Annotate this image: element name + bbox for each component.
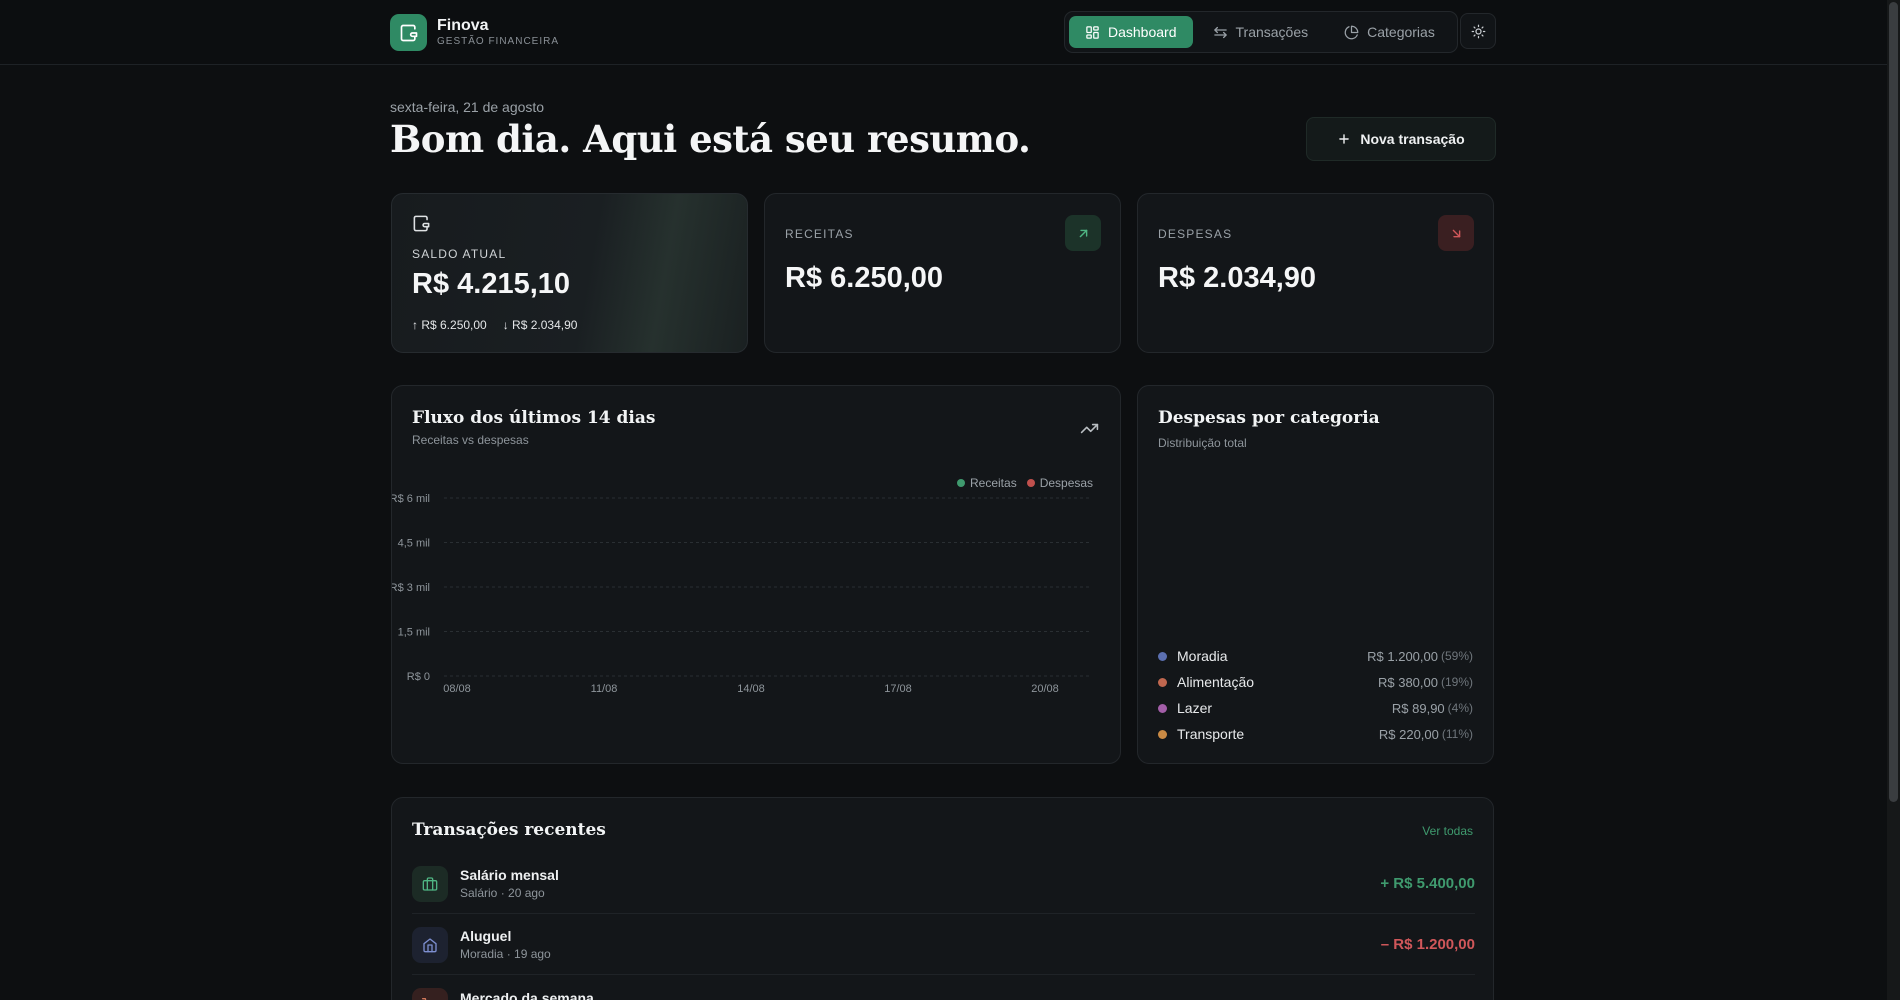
see-all-link[interactable]: Ver todas	[1422, 824, 1473, 838]
brand[interactable]: Finova GESTÃO FINANCEIRA	[390, 14, 559, 51]
category-value: R$ 220,00	[1378, 726, 1439, 742]
transactions-title: Transações recentes	[412, 820, 606, 840]
chart-x-tick-label: 20/08	[1031, 683, 1059, 695]
category-item-moradia[interactable]: Moradia R$ 1.200,00 (59%)	[1158, 646, 1473, 666]
chart-y-tick-label: 4,5 mil	[398, 538, 430, 550]
balance-value: R$ 4.215,10	[412, 268, 571, 300]
nav-categorias[interactable]: Categorias	[1328, 16, 1451, 48]
categories-title: Despesas por categoria	[1158, 408, 1380, 428]
category-value: R$ 89,90	[1391, 700, 1445, 716]
nav-dashboard-label: Dashboard	[1108, 24, 1177, 40]
expense-label: DESPESAS	[1158, 227, 1233, 241]
category-value: R$ 1.200,00	[1367, 648, 1438, 664]
transaction-row[interactable]: Aluguel Moradia · 19 ago – R$ 1.200,00	[412, 915, 1475, 975]
current-date: sexta-feira, 21 de agosto	[390, 99, 545, 115]
category-percent: (4%)	[1447, 701, 1473, 715]
brand-name: Finova	[437, 16, 489, 34]
theme-toggle-button[interactable]	[1460, 13, 1496, 49]
page-title: Bom dia. Aqui está seu resumo.	[390, 117, 1031, 161]
arrow-up-right-icon	[1065, 215, 1101, 251]
flow-chart: R$ 0 1,5 mil R$ 3 mil 4,5 mil R$ 6 mil 08/08 1…	[392, 493, 1092, 695]
category-percent: (11%)	[1441, 727, 1473, 741]
brand-subtitle: GESTÃO FINANCEIRA	[437, 35, 560, 47]
arrows-swap-icon	[1213, 26, 1227, 38]
category-item-lazer[interactable]: Lazer R$ 89,90 (4%)	[1158, 698, 1473, 718]
category-percent: (59%)	[1440, 649, 1473, 663]
categories-subtitle: Distribuição total	[1158, 436, 1247, 450]
chart-x-tick-label: 14/08	[737, 683, 765, 695]
balance-breakdown: ↑ R$ 6.250,00 ↓ R$ 2.034,90	[412, 318, 577, 332]
transaction-row[interactable]: Mercado da semana	[412, 976, 1475, 1000]
scrollbar[interactable]	[1887, 0, 1900, 1000]
transaction-row[interactable]: Salário mensal Salário · 20 ago + R$ 5.4…	[412, 854, 1475, 914]
transaction-name: Salário mensal	[460, 867, 559, 883]
transaction-name: Aluguel	[460, 928, 512, 944]
transaction-meta: Moradia · 19 ago	[460, 947, 551, 961]
balance-income: ↑ R$ 6.250,00	[412, 318, 487, 332]
chart-y-tick-label: 1,5 mil	[398, 627, 430, 639]
nav-transacoes[interactable]: Transações	[1197, 16, 1325, 48]
category-name: Lazer	[1177, 700, 1213, 716]
chart-x-tick-label: 08/08	[443, 683, 471, 695]
transaction-amount: + R$ 5.400,00	[1380, 875, 1475, 892]
plus-icon	[1339, 134, 1350, 144]
category-swatch	[1158, 703, 1167, 713]
balance-label: SALDO ATUAL	[412, 247, 507, 261]
pie-chart-icon	[1344, 25, 1359, 39]
transaction-amount: – R$ 1.200,00	[1380, 936, 1475, 953]
transaction-meta: Salário · 20 ago	[460, 886, 545, 900]
category-name: Moradia	[1177, 648, 1228, 664]
new-transaction-button[interactable]: Nova transação	[1306, 117, 1496, 161]
chart-y-tick-label: R$ 3 mil	[392, 582, 430, 594]
categories-panel: Despesas por categoria Distribuição tota…	[1137, 385, 1494, 764]
top-navigation-bar: Finova GESTÃO FINANCEIRA Dashboard Trans…	[0, 0, 1887, 65]
scrollbar-thumb[interactable]	[1889, 2, 1898, 802]
category-swatch	[1158, 651, 1167, 661]
recent-transactions-panel: Transações recentes Ver todas Salário me…	[391, 797, 1494, 1000]
category-item-transporte[interactable]: Transporte R$ 220,00 (11%)	[1158, 724, 1473, 744]
new-transaction-label: Nova transação	[1360, 131, 1465, 147]
flow-title: Fluxo dos últimos 14 dias	[412, 408, 656, 428]
income-value: R$ 6.250,00	[785, 262, 944, 294]
grid-icon	[1086, 25, 1099, 39]
expense-card: DESPESAS R$ 2.034,90	[1137, 193, 1494, 353]
chart-y-tick-label: R$ 0	[407, 671, 430, 683]
chart-y-tick-label: R$ 6 mil	[392, 493, 430, 505]
home-icon	[412, 926, 448, 963]
main-nav: Dashboard Transações Categorias	[1064, 11, 1458, 53]
nav-dashboard[interactable]: Dashboard	[1069, 16, 1193, 48]
category-swatch	[1158, 729, 1167, 739]
balance-expense: ↓ R$ 2.034,90	[502, 318, 578, 332]
flow-subtitle: Receitas vs despesas	[412, 433, 529, 447]
flow-panel: Fluxo dos últimos 14 dias Receitas vs de…	[391, 385, 1121, 764]
trending-up-icon	[1080, 419, 1099, 443]
wallet-icon	[390, 14, 427, 51]
expense-value: R$ 2.034,90	[1158, 262, 1317, 294]
nav-transacoes-label: Transações	[1235, 24, 1309, 40]
category-percent: (19%)	[1440, 675, 1473, 689]
balance-card: SALDO ATUAL R$ 4.215,10 ↑ R$ 6.250,00 ↓ …	[391, 193, 748, 353]
chart-x-tick-label: 11/08	[591, 683, 618, 695]
transaction-name: Mercado da semana	[460, 990, 594, 1000]
nav-categorias-label: Categorias	[1367, 24, 1435, 40]
wallet-icon	[412, 214, 431, 238]
income-card: RECEITAS R$ 6.250,00	[764, 193, 1121, 353]
chart-x-tick-label: 17/08	[884, 683, 912, 695]
category-swatch	[1158, 677, 1167, 687]
income-label: RECEITAS	[785, 227, 854, 241]
arrow-down-right-icon	[1438, 215, 1474, 251]
category-value: R$ 380,00	[1377, 674, 1438, 690]
briefcase-icon	[412, 865, 448, 902]
category-item-alimentacao[interactable]: Alimentação R$ 380,00 (19%)	[1158, 672, 1473, 692]
category-name: Transporte	[1177, 726, 1245, 742]
sun-icon	[1471, 24, 1485, 38]
category-name: Alimentação	[1177, 674, 1255, 690]
cart-icon	[412, 988, 448, 1000]
